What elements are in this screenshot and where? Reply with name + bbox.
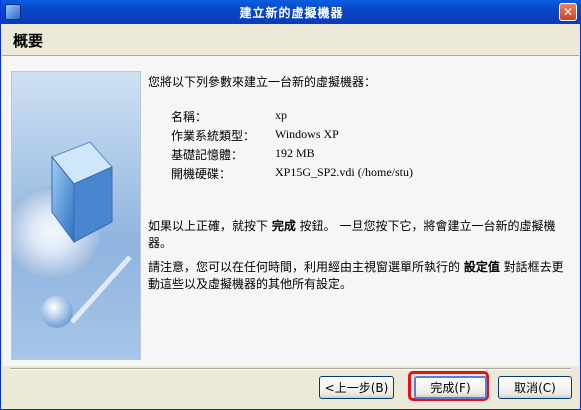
wizard-header: 概要: [2, 24, 579, 56]
virtualbox-logo-icon: [12, 141, 132, 328]
confirm-text-1: 如果以上正確，就按下: [148, 219, 272, 233]
page-title: 概要: [13, 32, 44, 50]
virtualbox-logo-image: [11, 71, 141, 360]
summary-value: Windows XP: [275, 127, 339, 141]
wizard-window: 建立新的虛擬機器 ✕ 概要 您將以下列參數來建立一台新的虛擬機器： 名稱： xp…: [0, 0, 581, 410]
virtualbox-icon: [5, 4, 21, 20]
finish-button[interactable]: 完成(F): [414, 376, 487, 399]
window-title: 建立新的虛擬機器: [239, 5, 344, 20]
intro-text: 您將以下列參數來建立一台新的虛擬機器：: [148, 75, 377, 89]
confirm-bold: 完成: [271, 219, 296, 233]
note-paragraph: 請注意，您可以在任何時間，利用經由主視窗選單所執行的 設定值 對話框去更動這些以…: [148, 259, 568, 293]
confirm-paragraph: 如果以上正確，就按下 完成 按鈕。 一旦您按下它，將會建立一台新的虛擬機器。: [148, 218, 568, 252]
title-bar[interactable]: 建立新的虛擬機器 ✕: [1, 0, 581, 24]
summary-label: 開機硬碟：: [171, 167, 232, 181]
summary-value: XP15G_SP2.vdi (/home/stu): [275, 165, 414, 179]
summary-value: xp: [275, 108, 287, 122]
note-bold: 設定值: [463, 260, 500, 274]
note-text-1: 請注意，您可以在任何時間，利用經由主視窗選單所執行的: [148, 260, 464, 274]
wizard-content: 您將以下列參數來建立一台新的虛擬機器： 名稱： xp 作業系統類型： Windo…: [2, 56, 579, 366]
summary-label: 作業系統類型：: [171, 129, 256, 143]
close-icon[interactable]: ✕: [559, 3, 577, 21]
summary-label: 基礎記憶體：: [171, 148, 244, 162]
summary-value: 192 MB: [275, 146, 315, 160]
back-button[interactable]: <上一步(B): [319, 376, 394, 399]
summary-label: 名稱：: [171, 110, 208, 124]
button-divider: [10, 368, 571, 370]
cancel-button[interactable]: 取消(C): [498, 376, 572, 399]
